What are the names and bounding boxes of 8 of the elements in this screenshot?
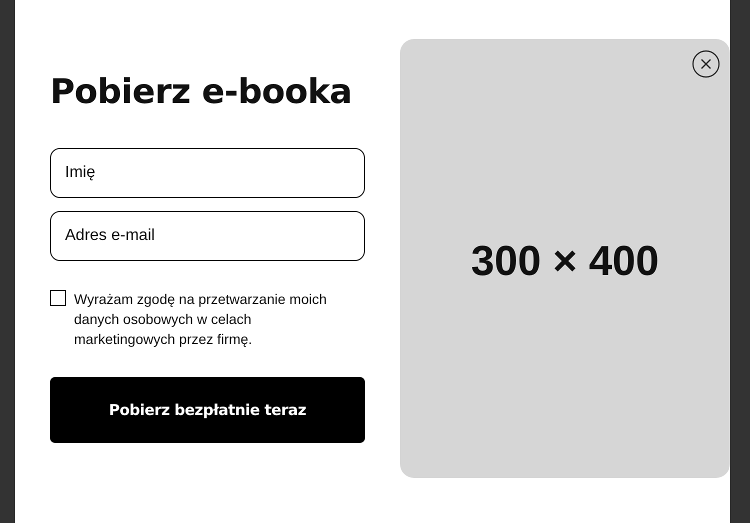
- download-button[interactable]: Pobierz bezpłatnie teraz: [50, 377, 365, 443]
- close-icon[interactable]: [692, 50, 720, 78]
- consent-checkbox[interactable]: [50, 290, 66, 306]
- modal-title: Pobierz e-booka: [50, 72, 354, 112]
- input-field[interactable]: Adres e-mail: [50, 211, 365, 261]
- input-field[interactable]: Imię: [50, 148, 365, 198]
- placeholder-label: 300 × 400: [470, 236, 659, 284]
- consent-text: Wyrażam zgodę na przetwarzanie moich danych osobowych w celach marketingowych przez firmę.: [74, 290, 328, 349]
